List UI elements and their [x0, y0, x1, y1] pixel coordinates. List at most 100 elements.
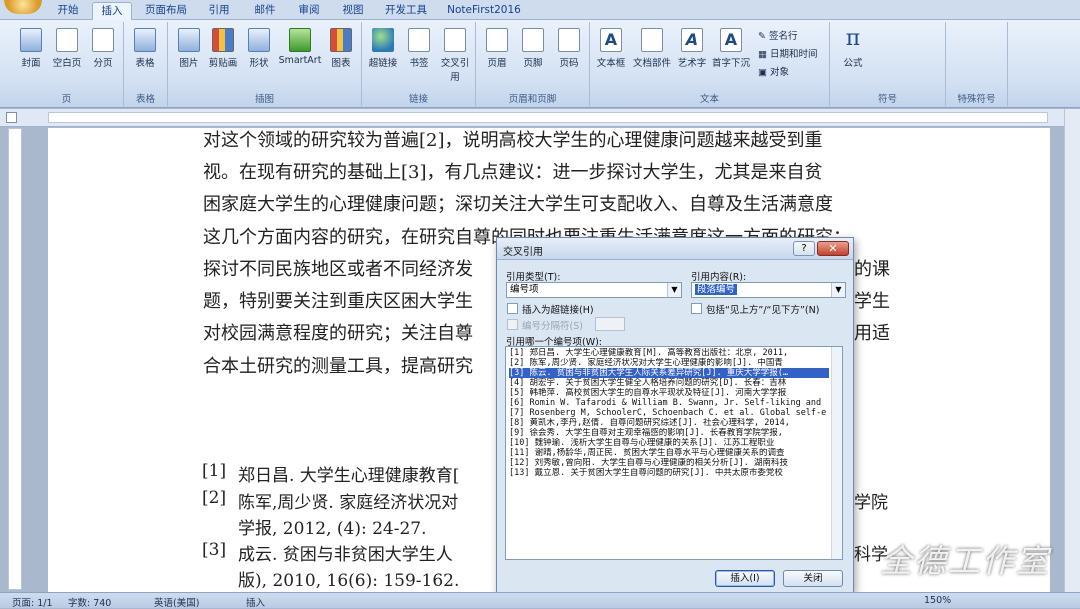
cross-reference-dialog: 交叉引用 ? ✕ 引用类型(T): 编号项 ▼ 引用内容(R): 段落编号 ▼ … — [496, 237, 854, 593]
paragraph-line: 对校园满意程度的研究；关注自尊 — [203, 323, 473, 344]
list-item[interactable]: [12] 刘秀敏,曾向阳. 大学生自尊与心理健康的相关分析[J]. 湖南科技 — [509, 458, 829, 468]
paragraph-line: 对这个领域的研究较为普遍[2]，说明高校大学生的心理健康问题越来越受到重 — [203, 130, 823, 151]
reference-number: [2] — [202, 488, 227, 508]
ref-type-label: 引用类型(T): — [506, 272, 561, 283]
tab-mailings[interactable]: 邮件 — [246, 2, 284, 20]
textbox-button[interactable]: A 文本框 — [594, 26, 628, 69]
page-break-button[interactable]: 分页 — [86, 26, 120, 69]
group-illustrations: 图片 剪贴画 形状 SmartArt 图表 插图 — [168, 22, 362, 106]
reference-tail: 学院 — [854, 493, 888, 513]
list-item[interactable]: [5] 韩艳萍. 高校贫困大学生的自尊水平现状及特征[J]. 河南大学学报 — [509, 388, 829, 398]
list-item[interactable]: [1] 郑日昌. 大学生心理健康教育[M]. 高等教育出版社：北京, 2011, — [509, 348, 829, 358]
close-icon[interactable]: ✕ — [817, 241, 849, 256]
paragraph-line: 合本土研究的测量工具，提高研究 — [203, 356, 473, 377]
ruler-scale — [48, 112, 1048, 123]
insert-mode-indicator[interactable]: 插入 — [246, 595, 265, 609]
quick-parts-button[interactable]: 文档部件 — [632, 26, 672, 69]
reference-number: [1] — [202, 461, 227, 481]
status-bar: 页面: 1/1 字数: 740 英语(美国) 插入 150% — [0, 592, 1080, 609]
ref-content-value: 段落编号 — [695, 284, 738, 295]
list-item[interactable]: [6] Romin W. Tafarodi & William B. Swann… — [509, 398, 829, 408]
tab-insert[interactable]: 插入 — [92, 2, 132, 20]
page-number-button[interactable]: 页码 — [552, 26, 586, 69]
office-button[interactable] — [4, 0, 42, 14]
include-above-below-checkbox[interactable] — [691, 303, 702, 314]
separator-checkbox[interactable] — [507, 319, 518, 330]
bookmark-button[interactable]: 书签 — [402, 26, 436, 69]
list-scrollbar[interactable] — [831, 347, 842, 559]
quick-parts-icon — [641, 28, 663, 52]
picture-button[interactable]: 图片 — [172, 26, 206, 69]
group-label-links: 链接 — [408, 94, 428, 105]
table-button[interactable]: 表格 — [128, 26, 162, 69]
help-button[interactable]: ? — [793, 241, 815, 256]
blank-page-button[interactable]: 空白页 — [50, 26, 84, 69]
separator-input[interactable] — [595, 317, 625, 331]
date-time-button[interactable]: ▦ 日期和时间 — [758, 46, 818, 60]
drop-cap-icon: A — [720, 28, 742, 52]
hyperlink-icon — [372, 28, 394, 52]
list-item[interactable]: [4] 胡宏宇. 关于贫困大学生健全人格培养问题的研究[D]. 长春：吉林 — [509, 378, 829, 388]
separator-label: 编号分隔符(S) — [522, 321, 583, 332]
word-count[interactable]: 字数: 740 — [68, 595, 111, 609]
reference-text: 学报, 2012, (4): 24-27. — [238, 519, 427, 539]
list-item[interactable]: [8] 黄凯木,李丹,赵倩. 自尊问题研究综述[J]. 社会心理科学, 2014… — [509, 418, 829, 428]
wordart-button[interactable]: A 艺术字 — [674, 26, 710, 69]
ref-type-select[interactable]: 编号项 ▼ — [506, 282, 682, 298]
object-button[interactable]: ▣ 对象 — [758, 64, 789, 78]
signature-line-button[interactable]: ✎ 签名行 — [758, 28, 798, 42]
equation-button[interactable]: π 公式 — [836, 26, 870, 70]
language-indicator[interactable]: 英语(美国) — [154, 595, 199, 609]
paragraph-line: 探讨不同民族地区或者不同经济发 — [203, 259, 473, 280]
chart-button[interactable]: 图表 — [324, 26, 358, 69]
picture-icon — [178, 28, 200, 52]
watermark-text: 全德工作室 — [880, 542, 1051, 580]
vertical-scrollbar[interactable] — [1064, 109, 1080, 592]
ref-content-select[interactable]: 段落编号 ▼ — [691, 282, 846, 298]
footer-icon — [522, 28, 544, 52]
tab-review[interactable]: 审阅 — [290, 2, 328, 20]
paragraph-fragment: 的课 — [854, 259, 890, 280]
paragraph-line: 题，特别要关注到重庆区困大学生 — [203, 291, 473, 312]
page-indicator[interactable]: 页面: 1/1 — [12, 595, 53, 609]
shapes-button[interactable]: 形状 — [242, 26, 276, 69]
close-button[interactable]: 关闭 — [783, 570, 843, 587]
cover-page-icon — [20, 28, 42, 52]
list-item[interactable]: [9] 徐会秀. 大学生自尊对主观幸福感的影响[J]. 长春教育学院学报, — [509, 428, 829, 438]
tab-notefirst[interactable]: NoteFirst2016 — [444, 2, 524, 20]
footer-button[interactable]: 页脚 — [516, 26, 550, 69]
list-item[interactable]: [13] 戴立恩. 关于贫困大学生自尊问题的研究[J]. 中共太原市委党校 — [509, 468, 829, 478]
list-item[interactable]: [11] 谢晴,杨龄华,周正民. 贫困大学生自尊水平与心理健康关系的调查 — [509, 448, 829, 458]
group-label-special-symbols: 特殊符号 — [957, 94, 996, 105]
paragraph-line: 困家庭大学生的心理健康问题；深切关注大学生可支配收入、自尊及生活满意度 — [203, 194, 833, 215]
dialog-title-bar[interactable]: 交叉引用 ? ✕ — [497, 238, 853, 260]
clipart-button[interactable]: 剪贴画 — [206, 26, 240, 69]
cover-page-button[interactable]: 封面 — [14, 26, 48, 69]
smartart-button[interactable]: SmartArt — [276, 26, 324, 66]
group-label-tables: 表格 — [135, 94, 155, 105]
tab-developer[interactable]: 开发工具 — [380, 2, 432, 20]
list-item-selected[interactable]: [3] 陈云. 贫困与非贫困大学生人际关系差异研究[J]. 重庆大学学报(… — [509, 368, 829, 378]
numbered-items-list[interactable]: [1] 郑日昌. 大学生心理健康教育[M]. 高等教育出版社：北京, 2011,… — [505, 346, 843, 560]
group-links: 超链接 书签 交叉引用 链接 — [362, 22, 476, 106]
zoom-level[interactable]: 150% — [924, 595, 951, 606]
tab-selector[interactable] — [6, 112, 17, 123]
paragraph-fragment: 用适 — [854, 323, 890, 344]
group-label-symbols: 符号 — [877, 94, 897, 105]
list-item[interactable]: [2] 陈军,周少贤. 家庭经济状况对大学生心理健康的影响[J]. 中国青 — [509, 358, 829, 368]
insert-hyperlink-checkbox[interactable] — [507, 303, 518, 314]
insert-button[interactable]: 插入(I) — [715, 570, 775, 587]
drop-cap-button[interactable]: A 首字下沉 — [710, 26, 752, 69]
horizontal-ruler[interactable] — [0, 109, 1080, 127]
tab-home[interactable]: 开始 — [48, 2, 88, 20]
list-item[interactable]: [7] Rosenberg M, SchoolerC, Schoenbach C… — [509, 408, 829, 418]
group-tables: 表格 表格 — [124, 22, 168, 106]
hyperlink-button[interactable]: 超链接 — [366, 26, 400, 69]
cross-reference-button[interactable]: 交叉引用 — [438, 26, 472, 83]
header-button[interactable]: 页眉 — [480, 26, 514, 69]
tab-page-layout[interactable]: 页面布局 — [140, 2, 192, 20]
list-item[interactable]: [10] 魏钟瑜. 浅析大学生自尊与心理健康的关系[J]. 江苏工程职业 — [509, 438, 829, 448]
tab-references[interactable]: 引用 — [200, 2, 238, 20]
vertical-ruler[interactable] — [8, 128, 22, 590]
tab-view[interactable]: 视图 — [334, 2, 372, 20]
